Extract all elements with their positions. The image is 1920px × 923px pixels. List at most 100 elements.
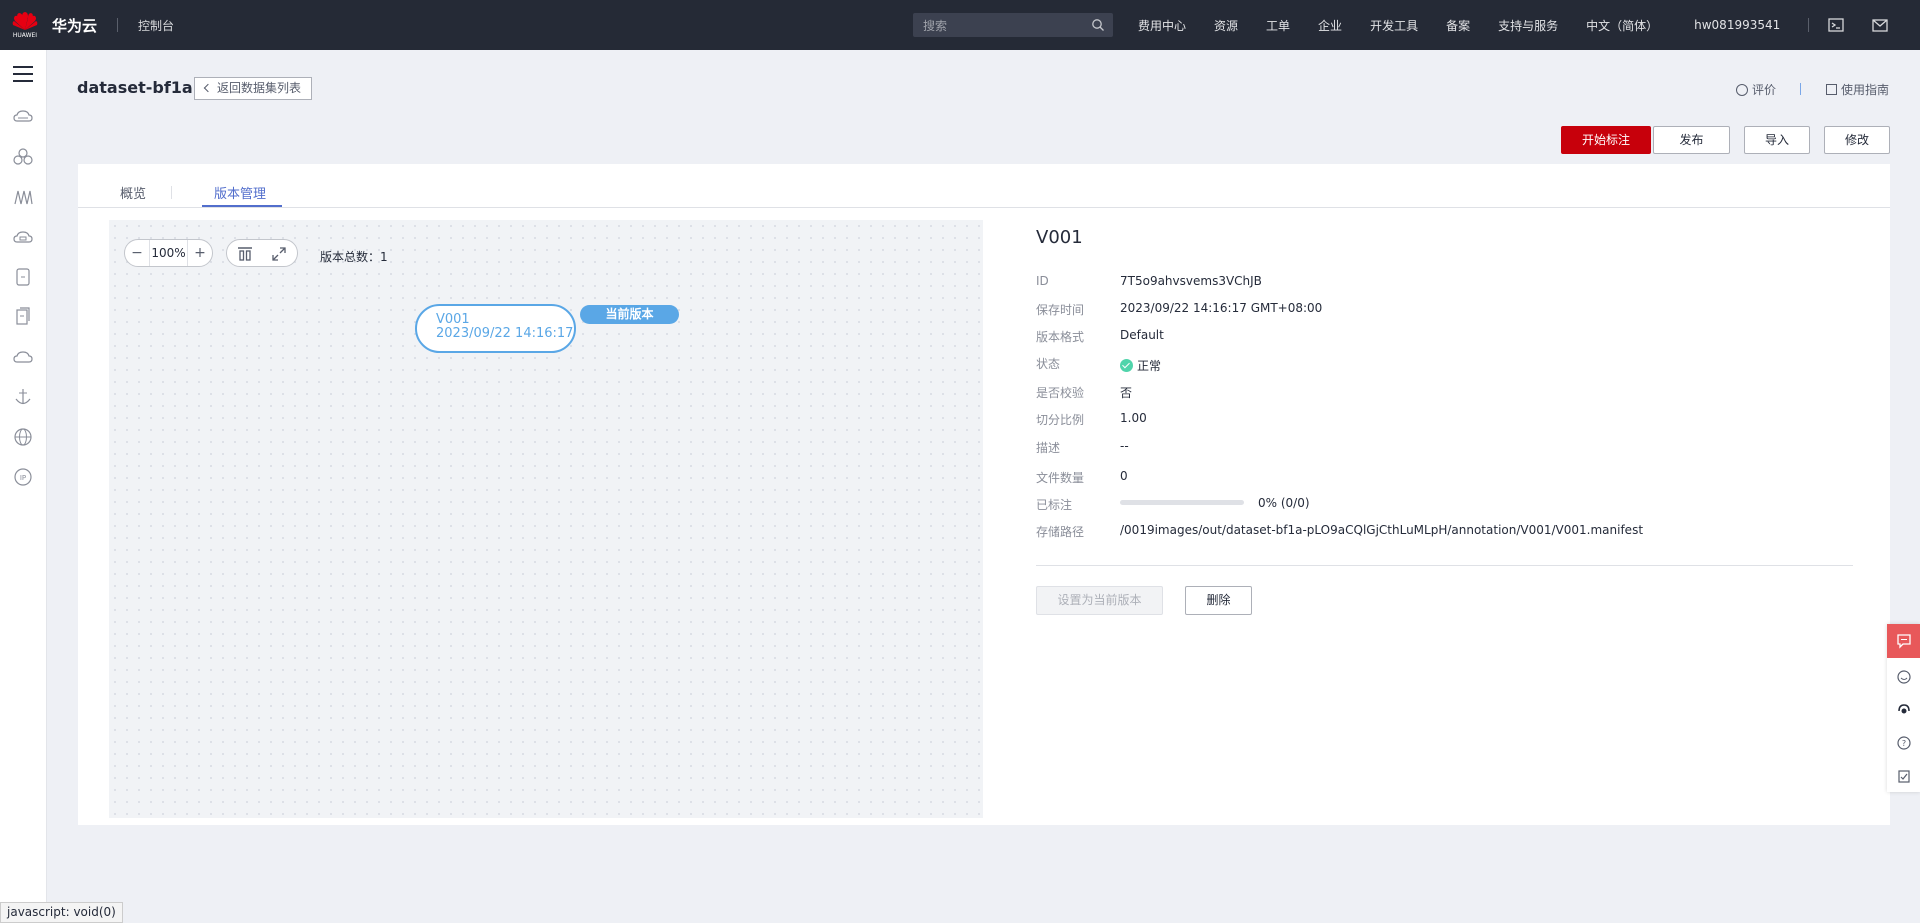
divider (1036, 565, 1853, 566)
rate-label: 评价 (1752, 83, 1777, 97)
version-node[interactable]: V001 2023/09/22 14:16:17 (415, 304, 576, 353)
network-icon[interactable] (12, 186, 34, 208)
document-icon[interactable] (12, 306, 34, 328)
tab-overview[interactable]: 概览 (120, 183, 146, 202)
nav-support[interactable]: 支持与服务 (1498, 17, 1558, 34)
top-nav-links: 费用中心 资源 工单 企业 开发工具 备案 支持与服务 中文（简体） hw081… (1138, 0, 1827, 50)
field-label: 保存时间 (1036, 303, 1085, 317)
field-value: 2023/09/22 14:16:17 GMT+08:00 (1120, 301, 1323, 315)
nav-billing[interactable]: 费用中心 (1138, 17, 1186, 34)
fullscreen-icon[interactable] (271, 246, 287, 262)
labeled-text: 0% (0/0) (1258, 496, 1310, 510)
anchor-icon[interactable] (12, 386, 34, 408)
field-label: 切分比例 (1036, 413, 1085, 427)
labeled-progress-bar (1120, 500, 1244, 505)
check-circle-icon (1120, 359, 1133, 372)
nav-language[interactable]: 中文（简体） (1586, 17, 1658, 34)
field-label: 版本格式 (1036, 330, 1085, 344)
align-top-icon[interactable] (237, 246, 253, 262)
page-title: dataset-bf1a (77, 78, 193, 97)
chat-icon (1897, 634, 1911, 649)
browser-status-bar: javascript: void(0) (0, 902, 123, 923)
nav-tickets[interactable]: 工单 (1266, 17, 1290, 34)
search-input[interactable]: 搜索 (913, 13, 1113, 37)
back-to-list-button[interactable]: 返回数据集列表 (194, 77, 313, 100)
field-label: 是否校验 (1036, 386, 1085, 400)
field-label: 描述 (1036, 441, 1061, 455)
checklist-icon[interactable] (1896, 768, 1912, 784)
edit-doc-icon (1826, 84, 1837, 95)
nav-resources[interactable]: 资源 (1214, 17, 1238, 34)
rate-link[interactable]: 评价 (1736, 81, 1776, 98)
zoom-out-button[interactable]: − (125, 245, 149, 261)
version-count: 版本总数：1 (320, 250, 388, 264)
svg-text:IP: IP (20, 474, 26, 482)
version-node-name: V001 (436, 312, 470, 327)
active-tab-indicator (202, 205, 282, 207)
import-button[interactable]: 导入 (1744, 126, 1810, 154)
version-node-time: 2023/09/22 14:16:17 (436, 326, 574, 341)
divider (117, 18, 119, 32)
nav-enterprise[interactable]: 企业 (1318, 17, 1342, 34)
ip-icon[interactable]: IP (12, 466, 34, 488)
field-value: 1.00 (1120, 411, 1147, 425)
edit-button[interactable]: 修改 (1824, 126, 1890, 154)
field-label: ID (1036, 274, 1049, 288)
zoom-in-button[interactable]: + (188, 245, 212, 261)
search-icon[interactable] (1091, 18, 1105, 32)
status-value: 正常 (1120, 357, 1161, 374)
terminal-icon[interactable] (1827, 16, 1845, 34)
field-label: 存储路径 (1036, 525, 1085, 539)
menu-icon[interactable] (13, 66, 33, 84)
publish-button[interactable]: 发布 (1653, 126, 1730, 154)
cloud-storage-icon[interactable] (12, 226, 34, 248)
divider (171, 186, 172, 199)
cluster-icon[interactable] (12, 146, 34, 168)
huawei-logo[interactable]: HUAWEI 华为云 (12, 10, 97, 40)
brand-name: 华为云 (52, 16, 98, 35)
divider (1808, 18, 1810, 32)
field-value: /0019images/out/dataset-bf1a-pLO9aCQlGjC… (1120, 523, 1644, 537)
zoom-control: − 100% + (124, 239, 213, 267)
database-icon[interactable] (12, 266, 34, 288)
floating-toolbar: ? (1887, 624, 1920, 792)
labeled-value: 0% (0/0) (1120, 496, 1310, 510)
cloud-server-icon[interactable] (12, 106, 34, 128)
globe-icon[interactable] (12, 426, 34, 448)
field-value: Default (1120, 328, 1164, 342)
field-label: 状态 (1036, 357, 1061, 371)
smile-icon[interactable] (1896, 669, 1912, 685)
help-icon[interactable]: ? (1896, 735, 1912, 751)
top-navbar: HUAWEI 华为云 控制台 搜索 费用中心 资源 工单 企业 开发工具 备案 … (0, 0, 1920, 50)
set-current-version-button[interactable]: 设置为当前版本 (1036, 586, 1163, 615)
field-label: 已标注 (1036, 498, 1073, 512)
status-text: 正常 (1137, 359, 1162, 373)
console-link[interactable]: 控制台 (138, 17, 174, 34)
search-placeholder: 搜索 (923, 18, 948, 33)
nav-user[interactable]: hw081993541 (1694, 18, 1780, 32)
mail-icon[interactable] (1871, 16, 1889, 34)
version-title: V001 (1036, 227, 1083, 248)
smile-icon (1736, 83, 1748, 96)
zoom-level: 100% (149, 240, 188, 266)
tab-bar: 概览 版本管理 (78, 164, 1890, 208)
field-label: 文件数量 (1036, 471, 1085, 485)
cloud-icon[interactable] (12, 346, 34, 368)
divider (1800, 83, 1801, 95)
delete-button[interactable]: 删除 (1185, 586, 1252, 615)
canvas-tools (226, 239, 298, 267)
field-value: 否 (1120, 386, 1133, 400)
nav-filing[interactable]: 备案 (1446, 17, 1470, 34)
tab-version-management[interactable]: 版本管理 (214, 183, 266, 202)
start-labeling-button[interactable]: 开始标注 (1561, 126, 1651, 154)
nav-dev-tools[interactable]: 开发工具 (1370, 17, 1418, 34)
guide-label: 使用指南 (1841, 83, 1890, 97)
content-card: 概览 版本管理 − 100% + 版本总数：1 V001 2023/09/22 … (78, 164, 1890, 825)
feedback-button[interactable] (1887, 624, 1920, 658)
huawei-petals-icon (12, 12, 38, 30)
guide-link[interactable]: 使用指南 (1826, 81, 1889, 98)
customer-service-icon[interactable] (1896, 702, 1912, 718)
version-graph-canvas[interactable]: − 100% + 版本总数：1 V001 2023/09/22 14:16:17… (109, 220, 983, 818)
field-value: 0 (1120, 469, 1128, 483)
field-value: 7T5o9ahvsvems3VChJB (1120, 274, 1262, 288)
